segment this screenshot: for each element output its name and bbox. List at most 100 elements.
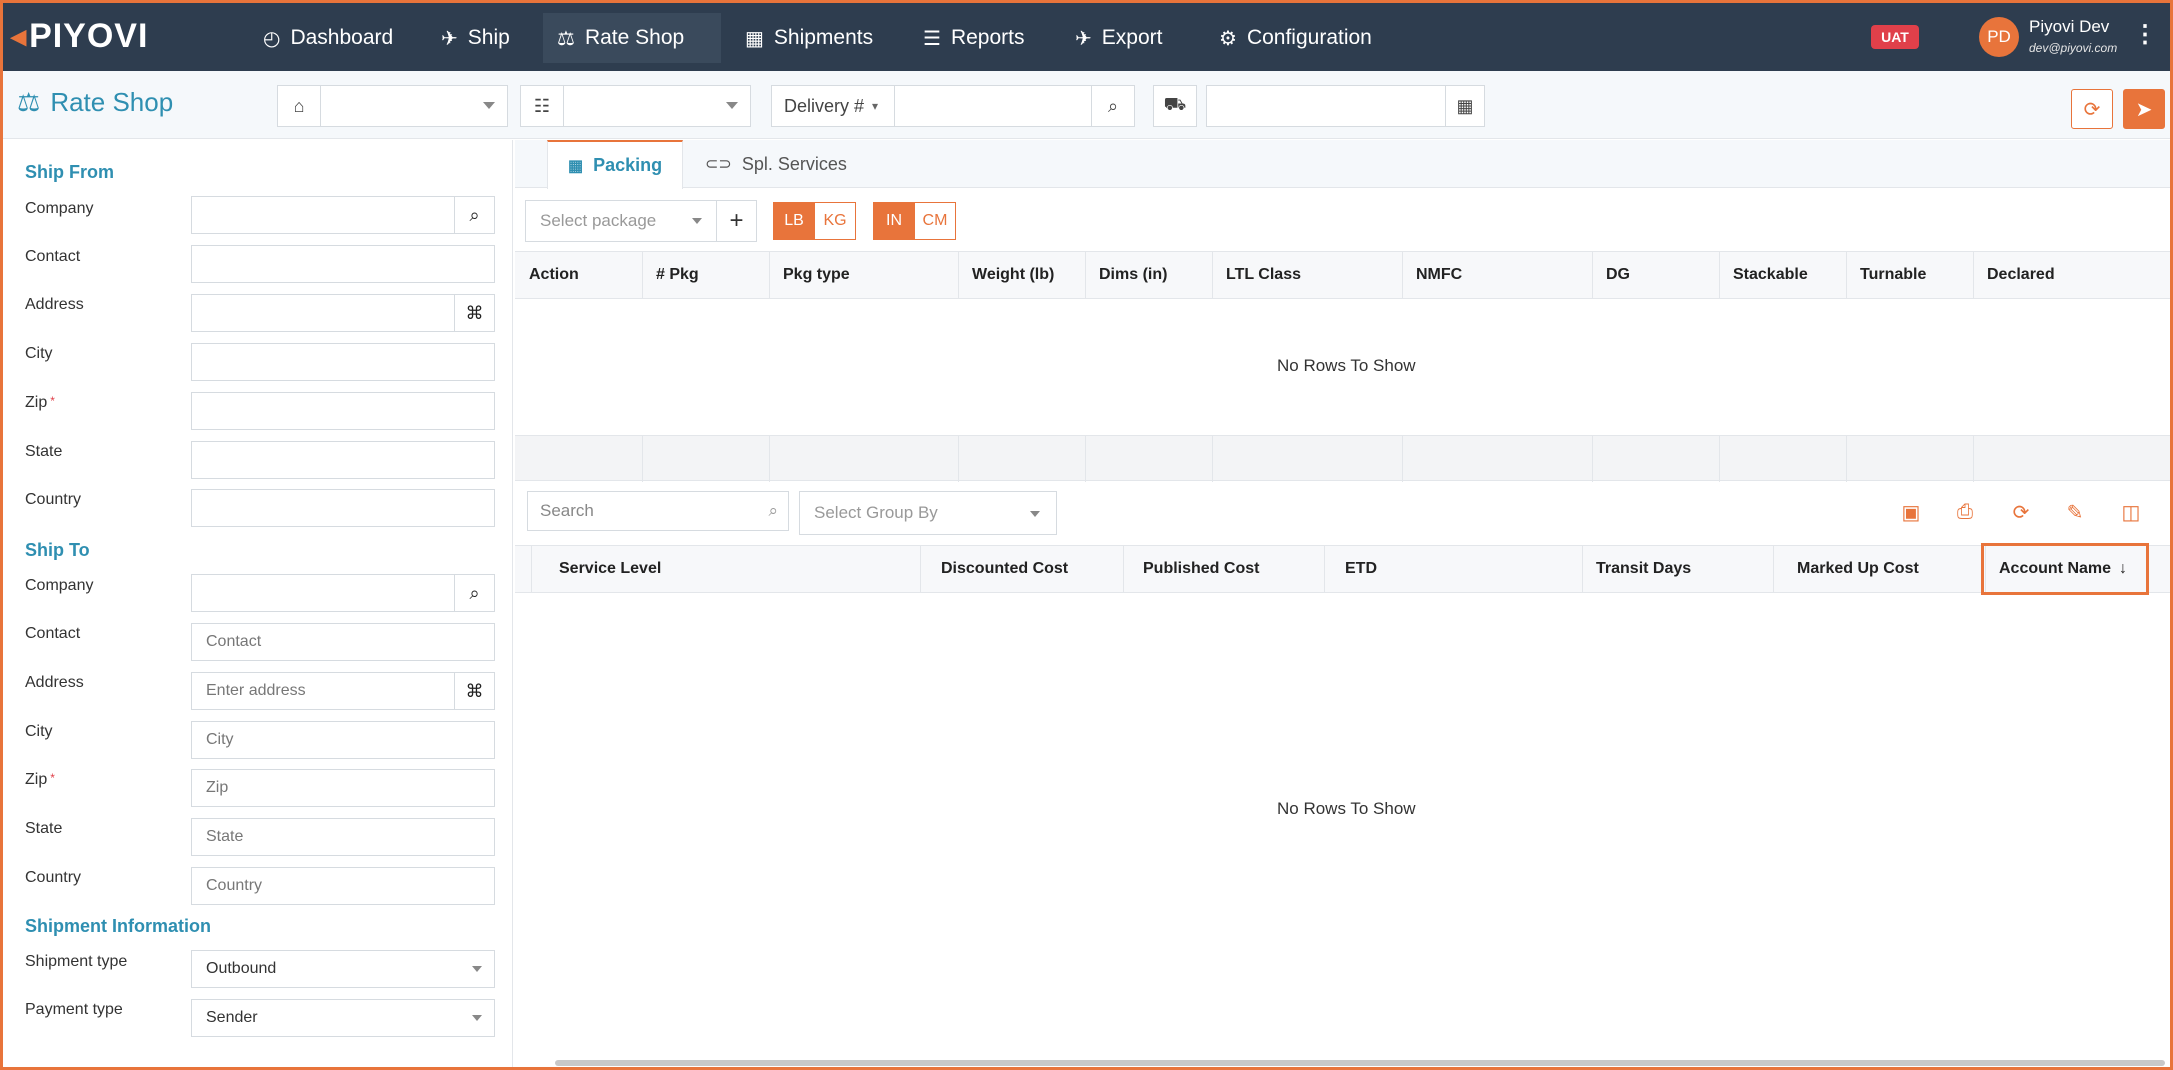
map-icon[interactable]: ⌘ (454, 673, 494, 709)
calendar-icon[interactable]: ▦ (1445, 85, 1485, 127)
refresh-icon[interactable]: ⟳ (2005, 496, 2037, 528)
unit-in-button[interactable]: IN (873, 202, 915, 240)
shipment-info-title: Shipment Information (25, 916, 211, 936)
ship-from-country-input[interactable] (191, 489, 495, 527)
location-select[interactable] (563, 85, 751, 127)
col-divider (1973, 436, 1974, 482)
wrench-icon[interactable]: ✎ (2059, 496, 2091, 528)
env-badge: UAT (1871, 25, 1919, 49)
col-divider (1773, 546, 1774, 592)
shipment-type-select[interactable]: Outbound (191, 950, 495, 988)
col-service-level[interactable]: Service Level (545, 546, 661, 592)
avatar[interactable]: PD (1979, 17, 2019, 57)
required-marker: * (50, 394, 55, 408)
rate-shop-main: ▦ Packing ⊂⊃ Spl. Services Select packag… (515, 140, 2170, 1067)
col-etd[interactable]: ETD (1331, 546, 1377, 592)
ship-to-zip-input[interactable]: Zip (191, 769, 495, 807)
ship-to-city-placeholder: City (206, 731, 234, 748)
nav-export[interactable]: ✈ Export (1061, 13, 1176, 63)
unit-cm-button[interactable]: CM (914, 202, 956, 240)
col-divider (920, 546, 921, 592)
shipment-type-label: Shipment type (25, 953, 128, 970)
ship-from-company-input[interactable]: ⌕ (191, 196, 495, 234)
search-icon[interactable]: ⌕ (454, 575, 494, 611)
col-dims[interactable]: Dims (in) (1085, 252, 1167, 298)
col-discounted-cost[interactable]: Discounted Cost (927, 546, 1068, 592)
ship-to-contact-placeholder: Contact (206, 633, 262, 650)
nav-shipments[interactable]: ▦ Shipments (731, 13, 887, 63)
ship-to-company-input[interactable]: ⌕ (191, 574, 495, 612)
top-nav: ◂ PIYOVI ◴ Dashboard ✈ Ship ⚖ Rate Shop … (3, 3, 2170, 71)
col-stackable[interactable]: Stackable (1719, 252, 1808, 298)
refresh-button[interactable]: ⟳ (2071, 89, 2113, 129)
ship-from-state-input[interactable] (191, 441, 495, 479)
col-nmfc[interactable]: NMFC (1402, 252, 1462, 298)
nav-reports[interactable]: ☰ Reports (909, 13, 1038, 63)
ship-date-input[interactable] (1206, 85, 1446, 127)
columns-icon[interactable]: ◫ (2115, 496, 2147, 528)
rates-search-input[interactable]: Search ⌕ (527, 491, 789, 531)
balance-scale-icon: ⚖ (557, 27, 575, 50)
col-ltl-class[interactable]: LTL Class (1212, 252, 1301, 298)
add-package-button[interactable]: + (717, 200, 757, 242)
ship-to-country-input[interactable]: Country (191, 867, 495, 905)
send-button[interactable]: ➤ (2123, 89, 2165, 129)
col-pkg-type[interactable]: Pkg type (769, 252, 850, 298)
col-dg[interactable]: DG (1592, 252, 1630, 298)
piyovi-logo[interactable]: ◂ PIYOVI (11, 17, 148, 56)
group-by-select[interactable]: Select Group By (799, 491, 1057, 535)
ship-to-address-input[interactable]: Enter address ⌘ (191, 672, 495, 710)
col-pkg-count[interactable]: # Pkg (642, 252, 699, 298)
col-weight[interactable]: Weight (lb) (958, 252, 1054, 298)
delivery-type-select[interactable]: Delivery # ▾ (771, 85, 895, 127)
ship-to-state-input[interactable]: State (191, 818, 495, 856)
ship-from-zip-input[interactable] (191, 392, 495, 430)
unit-kg-button[interactable]: KG (814, 202, 856, 240)
map-icon[interactable]: ⌘ (454, 295, 494, 331)
unit-lb-button[interactable]: LB (773, 202, 815, 240)
tab-packing[interactable]: ▦ Packing (547, 140, 684, 189)
ship-to-address-label: Address (25, 674, 84, 691)
ship-from-contact-input[interactable] (191, 245, 495, 283)
ship-to-contact-input[interactable]: Contact (191, 623, 495, 661)
col-published-cost[interactable]: Published Cost (1129, 546, 1259, 592)
nav-configuration[interactable]: ⚙ Configuration (1205, 13, 1386, 63)
toggle-icon: ⊂⊃ (705, 156, 732, 173)
ship-to-zip-label-text: Zip (25, 771, 48, 788)
user-name[interactable]: Piyovi Dev (2029, 17, 2109, 37)
search-icon[interactable]: ⌕ (454, 197, 494, 233)
col-marked-up-cost[interactable]: Marked Up Cost (1783, 546, 1919, 592)
search-icon[interactable]: ⌕ (1091, 85, 1135, 127)
col-transit-days[interactable]: Transit Days (1582, 546, 1691, 592)
payment-type-select[interactable]: Sender (191, 999, 495, 1037)
more-menu-icon[interactable]: ⋮ (2133, 23, 2157, 47)
chevron-down-icon (1030, 511, 1040, 517)
ship-from-address-input[interactable]: ⌘ (191, 294, 495, 332)
warehouse-select[interactable] (320, 85, 508, 127)
delivery-number-input[interactable] (894, 85, 1092, 127)
col-declared[interactable]: Declared (1973, 252, 2055, 298)
excel-export-icon[interactable]: ▣ (1895, 496, 1927, 528)
print-icon[interactable]: ⎙ (1949, 496, 1981, 528)
col-action[interactable]: Action (515, 252, 579, 298)
col-divider (1592, 436, 1593, 482)
packing-grid-header: Action # Pkg Pkg type Weight (lb) Dims (… (515, 251, 2170, 299)
tab-spl-services[interactable]: ⊂⊃ Spl. Services (685, 140, 867, 188)
nav-rate-shop[interactable]: ⚖ Rate Shop (543, 13, 721, 63)
rates-grid-header: Service Level Discounted Cost Published … (515, 545, 2170, 593)
page-title: ⚖ Rate Shop (17, 87, 173, 118)
ship-from-city-input[interactable] (191, 343, 495, 381)
ship-to-city-input[interactable]: City (191, 721, 495, 759)
ship-to-city-label: City (25, 723, 53, 740)
nav-ship[interactable]: ✈ Ship (427, 13, 524, 63)
col-divider (1719, 436, 1720, 482)
package-select[interactable]: Select package (525, 200, 717, 242)
rates-search-placeholder: Search (540, 501, 594, 520)
nav-dashboard[interactable]: ◴ Dashboard (249, 13, 407, 63)
horizontal-scrollbar[interactable] (555, 1060, 2165, 1066)
payment-type-value: Sender (206, 1009, 258, 1026)
tab-bar: ▦ Packing ⊂⊃ Spl. Services (515, 140, 2170, 189)
col-turnable[interactable]: Turnable (1846, 252, 1926, 298)
col-divider (1846, 436, 1847, 482)
gear-icon: ⚙ (1219, 27, 1237, 50)
